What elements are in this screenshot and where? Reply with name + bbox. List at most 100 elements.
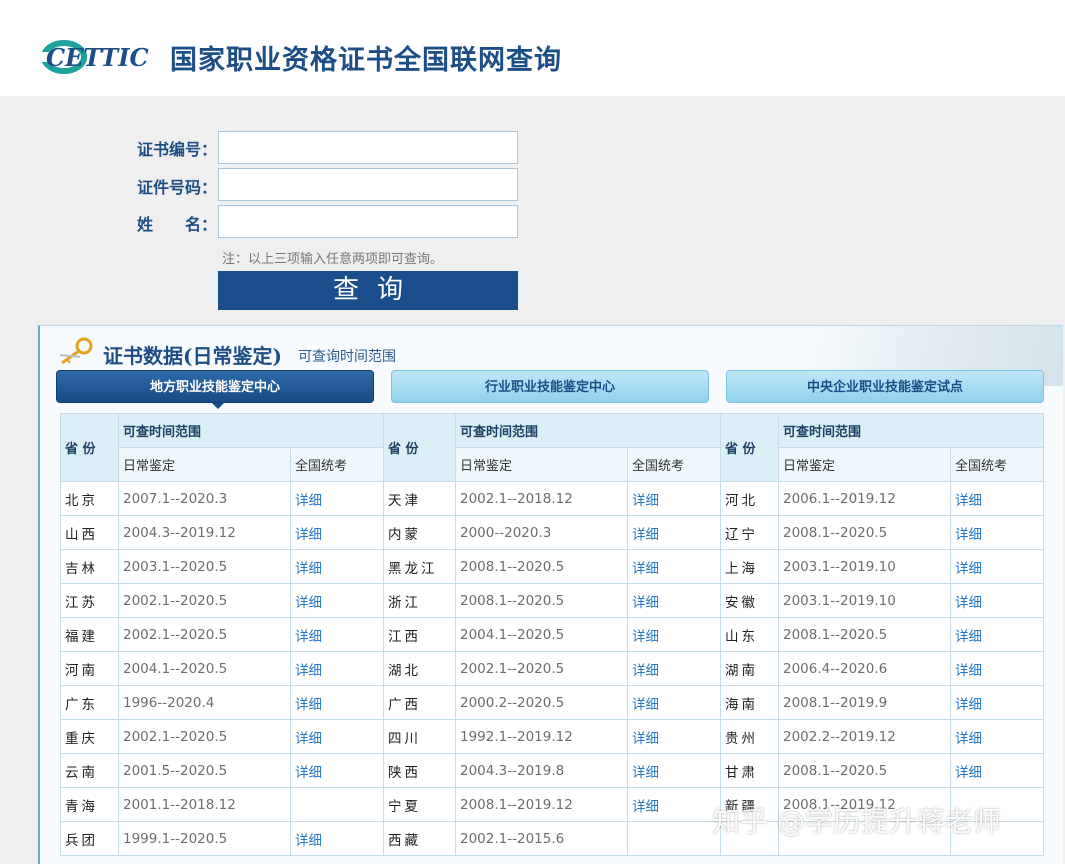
province-cell: 广西 <box>383 685 456 720</box>
province-cell: 辽宁 <box>720 515 779 550</box>
province-cell: 西藏 <box>383 821 456 856</box>
table-row: 广东 1996--2020.4 详细 广西 2000.2--2020.5 详细 海南 2008… <box>60 685 1044 720</box>
detail-cell: 详细 <box>290 617 384 652</box>
detail-link[interactable]: 详细 <box>632 799 659 815</box>
detail-link[interactable]: 详细 <box>955 629 982 645</box>
detail-link[interactable]: 详细 <box>955 527 982 543</box>
range-cell: 2004.3--2019.12 <box>118 515 291 550</box>
detail-link[interactable]: 详细 <box>295 833 322 849</box>
active-tab-pointer <box>212 403 224 409</box>
form-note: 注：以上三项输入任意两项即可查询。 <box>222 252 444 267</box>
detail-link[interactable]: 详细 <box>632 765 659 781</box>
detail-cell: 详细 <box>950 719 1044 754</box>
province-cell: 甘肃 <box>720 753 779 788</box>
detail-cell: 详细 <box>950 583 1044 618</box>
detail-cell: 详细 <box>290 719 384 754</box>
detail-cell: 详细 <box>950 549 1044 584</box>
province-header: 省 份 <box>720 413 779 482</box>
province-cell: 广东 <box>60 685 119 720</box>
province-cell: 福建 <box>60 617 119 652</box>
detail-cell: 详细 <box>627 481 721 516</box>
range-cell: 2002.1--2020.5 <box>455 651 628 686</box>
province-cell: 海南 <box>720 685 779 720</box>
detail-cell: 详细 <box>290 481 384 516</box>
province-cell: 宁夏 <box>383 787 456 822</box>
detail-cell: 详细 <box>627 685 721 720</box>
detail-cell: 详细 <box>950 651 1044 686</box>
range-cell: 2006.1--2019.12 <box>778 481 951 516</box>
province-header: 省 份 <box>60 413 119 482</box>
detail-link[interactable]: 详细 <box>295 663 322 679</box>
detail-link[interactable]: 详细 <box>632 697 659 713</box>
detail-link[interactable]: 详细 <box>955 765 982 781</box>
province-cell: 青海 <box>60 787 119 822</box>
province-cell: 安徽 <box>720 583 779 618</box>
detail-link[interactable]: 详细 <box>295 629 322 645</box>
province-cell: 北京 <box>60 481 119 516</box>
national-header: 全国统考 <box>627 447 721 482</box>
detail-cell: 详细 <box>290 685 384 720</box>
daily-header: 日常鉴定 <box>118 447 291 482</box>
detail-cell: 详细 <box>950 515 1044 550</box>
detail-link[interactable]: 详细 <box>955 561 982 577</box>
range-cell: 2003.1--2020.5 <box>118 549 291 584</box>
detail-cell: 详细 <box>290 651 384 686</box>
detail-link[interactable]: 详细 <box>632 527 659 543</box>
province-cell: 云南 <box>60 753 119 788</box>
detail-link[interactable]: 详细 <box>632 663 659 679</box>
header-row-1: 省 份可查时间范围省 份可查时间范围省 份可查时间范围 <box>60 413 1044 482</box>
name-input[interactable] <box>218 205 518 238</box>
detail-link[interactable]: 详细 <box>295 765 322 781</box>
table-row: 福建 2002.1--2020.5 详细 江西 2004.1--2020.5 详细 山东 20… <box>60 617 1044 652</box>
detail-link[interactable]: 详细 <box>632 731 659 747</box>
range-cell: 1992.1--2019.12 <box>455 719 628 754</box>
range-cell: 2003.1--2019.10 <box>778 583 951 618</box>
province-cell: 黑龙江 <box>383 549 456 584</box>
detail-cell-empty <box>290 787 384 822</box>
query-button[interactable]: 查询 <box>218 271 518 310</box>
province-cell: 山东 <box>720 617 779 652</box>
range-cell: 2004.1--2020.5 <box>118 651 291 686</box>
detail-link[interactable]: 详细 <box>295 731 322 747</box>
province-cell: 陕西 <box>383 753 456 788</box>
table-body: 省 份可查时间范围省 份可查时间范围省 份可查时间范围 日常鉴定 全国统考 日常鉴定全… <box>60 413 1044 856</box>
province-cell: 内蒙 <box>383 515 456 550</box>
range-cell: 2008.1--2020.5 <box>778 753 951 788</box>
province-cell: 江西 <box>383 617 456 652</box>
detail-link[interactable]: 详细 <box>955 595 982 611</box>
detail-cell: 详细 <box>290 583 384 618</box>
detail-cell: 详细 <box>627 549 721 584</box>
detail-link[interactable]: 详细 <box>955 731 982 747</box>
detail-link[interactable]: 详细 <box>295 561 322 577</box>
tab-industry-center[interactable]: 行业职业技能鉴定中心 <box>391 370 709 403</box>
range-cell: 2002.1--2018.12 <box>455 481 628 516</box>
province-cell: 河南 <box>60 651 119 686</box>
detail-link[interactable]: 详细 <box>632 561 659 577</box>
table-row: 吉林 2003.1--2020.5 详细 黑龙江 2008.1--2020.5 详细 上海 2… <box>60 549 1044 584</box>
detail-link[interactable]: 详细 <box>295 493 322 509</box>
detail-cell: 详细 <box>950 753 1044 788</box>
detail-cell: 详细 <box>290 515 384 550</box>
panel-subtitle: 可查询时间范围 <box>298 349 396 365</box>
detail-link[interactable]: 详细 <box>632 595 659 611</box>
detail-link[interactable]: 详细 <box>295 595 322 611</box>
tab-local-center[interactable]: 地方职业技能鉴定中心 <box>56 370 374 403</box>
detail-link[interactable]: 详细 <box>295 527 322 543</box>
detail-link[interactable]: 详细 <box>632 629 659 645</box>
range-cell: 2002.1--2015.6 <box>455 821 628 856</box>
table-row: 重庆 2002.1--2020.5 详细 四川 1992.1--2019.12 详细 贵州 2… <box>60 719 1044 754</box>
daily-header: 日常鉴定 <box>455 447 628 482</box>
detail-link[interactable]: 详细 <box>295 697 322 713</box>
logo-text: CETTIC <box>46 43 149 72</box>
detail-cell: 详细 <box>627 583 721 618</box>
detail-link[interactable]: 详细 <box>632 493 659 509</box>
detail-cell: 详细 <box>627 515 721 550</box>
detail-link[interactable]: 详细 <box>955 663 982 679</box>
detail-link[interactable]: 详细 <box>955 697 982 713</box>
range-cell: 2008.1--2020.5 <box>778 515 951 550</box>
cert-no-input[interactable] <box>218 131 518 164</box>
tab-central-enterprise[interactable]: 中央企业职业技能鉴定试点 <box>726 370 1044 403</box>
detail-link[interactable]: 详细 <box>955 493 982 509</box>
province-cell: 上海 <box>720 549 779 584</box>
id-no-input[interactable] <box>218 168 518 201</box>
